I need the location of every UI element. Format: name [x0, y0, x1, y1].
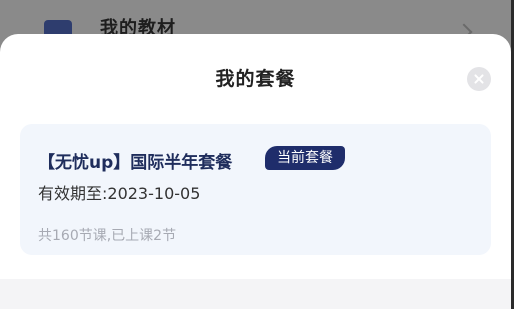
package-sheet: 我的套餐 【无忧up】国际半年套餐 当前套餐 有效期至:2023-10-05 共…: [0, 34, 511, 309]
close-icon[interactable]: [467, 67, 491, 91]
plan-validity: 有效期至:2023-10-05: [38, 184, 201, 203]
plan-card[interactable]: 【无忧up】国际半年套餐 当前套餐 有效期至:2023-10-05 共160节课…: [20, 124, 491, 255]
current-plan-badge: 当前套餐: [265, 146, 345, 170]
screen: 我的教材 我的套餐 【无忧up】国际半年套餐 当前套餐 有效期至:2023-10…: [0, 0, 514, 309]
plan-name: 【无忧up】国际半年套餐: [38, 153, 233, 173]
plan-lessons: 共160节课,已上课2节: [38, 228, 177, 244]
sheet-title: 我的套餐: [215, 68, 296, 90]
sheet-footer: [0, 279, 511, 309]
